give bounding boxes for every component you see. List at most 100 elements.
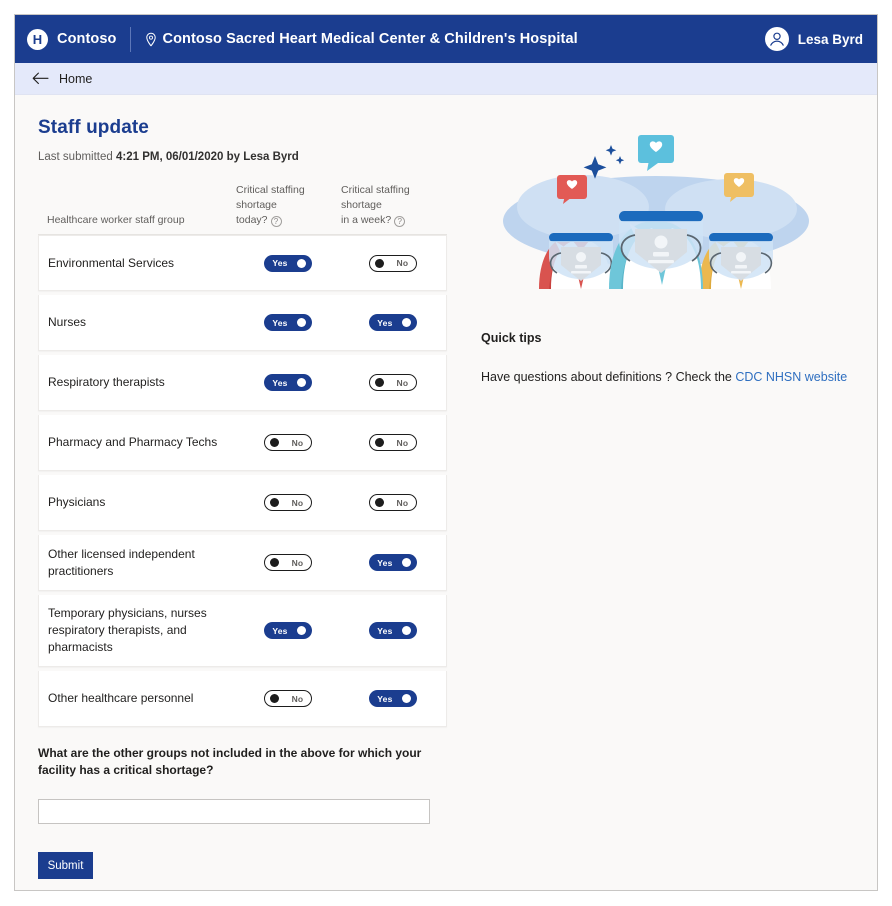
staff-group-label: Nurses — [48, 315, 87, 329]
toggle-today[interactable]: No — [264, 494, 313, 511]
location-pin-icon — [145, 32, 157, 47]
column-header-today-line2: today? — [236, 214, 268, 226]
cell-week: No — [341, 434, 446, 451]
cell-week: No — [341, 494, 446, 511]
app-window: H Contoso Contoso Sacred Heart Medical C… — [14, 14, 878, 891]
cell-today: No — [236, 494, 340, 511]
toggle-label: No — [396, 497, 409, 508]
table-row: Environmental Services Yes No — [38, 235, 447, 291]
toggle-knob — [270, 438, 280, 447]
column-header-week-line1: Critical staffing shortage — [341, 184, 410, 211]
toggle-today[interactable]: No — [264, 554, 313, 571]
last-submitted-value: 4:21 PM, 06/01/2020 by Lesa Byrd — [115, 151, 299, 163]
cell-today: Yes — [236, 622, 340, 639]
quick-tips-title: Quick tips — [481, 331, 542, 345]
aside-column: Quick tips Have questions about definiti… — [463, 95, 877, 879]
toggle-today[interactable]: No — [264, 690, 313, 707]
avatar — [764, 27, 789, 51]
user-name: Lesa Byrd — [797, 31, 863, 47]
toggle-knob — [270, 694, 280, 703]
question-circle-icon[interactable]: ? — [394, 216, 406, 227]
toggle-label: Yes — [272, 625, 288, 636]
arrow-left-icon[interactable] — [32, 72, 49, 85]
toggle-label: Yes — [377, 557, 393, 568]
page-title: Staff update — [38, 117, 149, 138]
toggle-label: Yes — [272, 258, 288, 268]
staff-group-label: Other healthcare personnel — [48, 691, 194, 705]
table-row: Temporary physicians, nurses respiratory… — [38, 595, 447, 667]
toggle-knob — [297, 318, 307, 327]
toggle-week[interactable]: Yes — [369, 554, 418, 571]
three-healthcare-workers-with-masks-illustration — [503, 135, 809, 289]
toggle-knob — [375, 258, 385, 268]
toggle-label: Yes — [377, 317, 393, 328]
toggle-today[interactable]: Yes — [264, 254, 313, 272]
toggle-label: Yes — [377, 625, 393, 636]
cell-week: No — [341, 254, 446, 272]
toggle-knob — [402, 318, 412, 327]
top-navigation-bar: H Contoso Contoso Sacred Heart Medical C… — [15, 15, 877, 63]
toggle-week[interactable]: No — [369, 494, 418, 511]
toggle-label: No — [291, 437, 304, 448]
brand-name: Contoso — [57, 31, 117, 47]
toggle-label: Yes — [377, 693, 393, 704]
question-circle-icon[interactable]: ? — [270, 216, 282, 227]
staff-group-label: Environmental Services — [48, 255, 175, 270]
cell-week: Yes — [341, 622, 446, 639]
table-row: Physicians No No — [38, 475, 447, 531]
submit-button[interactable]: Submit — [38, 852, 93, 879]
toggle-today[interactable]: Yes — [264, 622, 313, 639]
toggle-knob — [402, 558, 412, 567]
toggle-knob — [402, 694, 412, 703]
toggle-label: No — [291, 497, 304, 508]
toggle-week[interactable]: No — [369, 374, 418, 391]
toggle-today[interactable]: Yes — [264, 374, 313, 391]
toggle-week[interactable]: No — [369, 434, 418, 451]
facility: Contoso Sacred Heart Medical Center & Ch… — [145, 31, 578, 47]
cell-today: Yes — [236, 254, 340, 272]
cell-today: No — [236, 690, 340, 707]
page-body: Staff update Last submitted 4:21 PM, 06/… — [15, 95, 877, 879]
toggle-week[interactable]: Yes — [369, 622, 418, 639]
toggle-week[interactable]: No — [369, 254, 418, 272]
toggle-week[interactable]: Yes — [369, 314, 418, 331]
table-column-headers: Healthcare worker staff group Critical s… — [38, 183, 447, 235]
toggle-label: No — [396, 258, 409, 268]
table-row: Nurses Yes Yes — [38, 295, 447, 351]
brand[interactable]: H Contoso — [27, 28, 117, 50]
toggle-week[interactable]: Yes — [369, 690, 418, 707]
contoso-logo-icon: H — [27, 28, 48, 50]
table-row: Other licensed independent practitioners… — [38, 535, 447, 591]
column-header-today-line1: Critical staffing shortage — [236, 184, 305, 211]
toggle-label: No — [291, 557, 304, 568]
breadcrumb-item-home[interactable]: Home — [59, 72, 92, 86]
header-divider — [129, 26, 131, 52]
column-header-week-line2: in a week? — [341, 214, 392, 226]
cell-today: Yes — [236, 374, 340, 391]
cell-week: Yes — [341, 554, 446, 571]
cell-today: No — [236, 434, 340, 451]
toggle-today[interactable]: No — [264, 434, 313, 451]
toggle-label: No — [291, 693, 304, 704]
other-groups-input[interactable] — [38, 799, 430, 824]
cell-week: No — [341, 374, 446, 391]
cell-today: No — [236, 554, 340, 571]
staff-group-table: Environmental Services Yes No Nurses Yes Yes R… — [38, 235, 447, 727]
toggle-knob — [270, 558, 280, 567]
column-header-group: Healthcare worker staff group — [47, 214, 185, 226]
cell-today: Yes — [236, 314, 340, 331]
staff-group-label: Respiratory therapists — [48, 375, 165, 389]
cdc-nhsn-website-link[interactable]: CDC NHSN website — [735, 370, 847, 384]
toggle-knob — [270, 498, 280, 507]
toggle-knob — [375, 378, 385, 387]
toggle-label: No — [396, 377, 409, 388]
facility-name: Contoso Sacred Heart Medical Center & Ch… — [162, 31, 578, 47]
toggle-knob — [297, 378, 307, 387]
other-groups-question: What are the other groups not included i… — [38, 746, 422, 777]
toggle-label: No — [396, 437, 409, 448]
user-menu[interactable]: Lesa Byrd — [764, 27, 863, 51]
toggle-today[interactable]: Yes — [264, 314, 313, 331]
toggle-knob — [297, 258, 307, 268]
quick-tips-text: Have questions about definitions ? Check… — [481, 370, 877, 384]
column-header-today: Critical staffing shortage today?? — [236, 183, 341, 228]
